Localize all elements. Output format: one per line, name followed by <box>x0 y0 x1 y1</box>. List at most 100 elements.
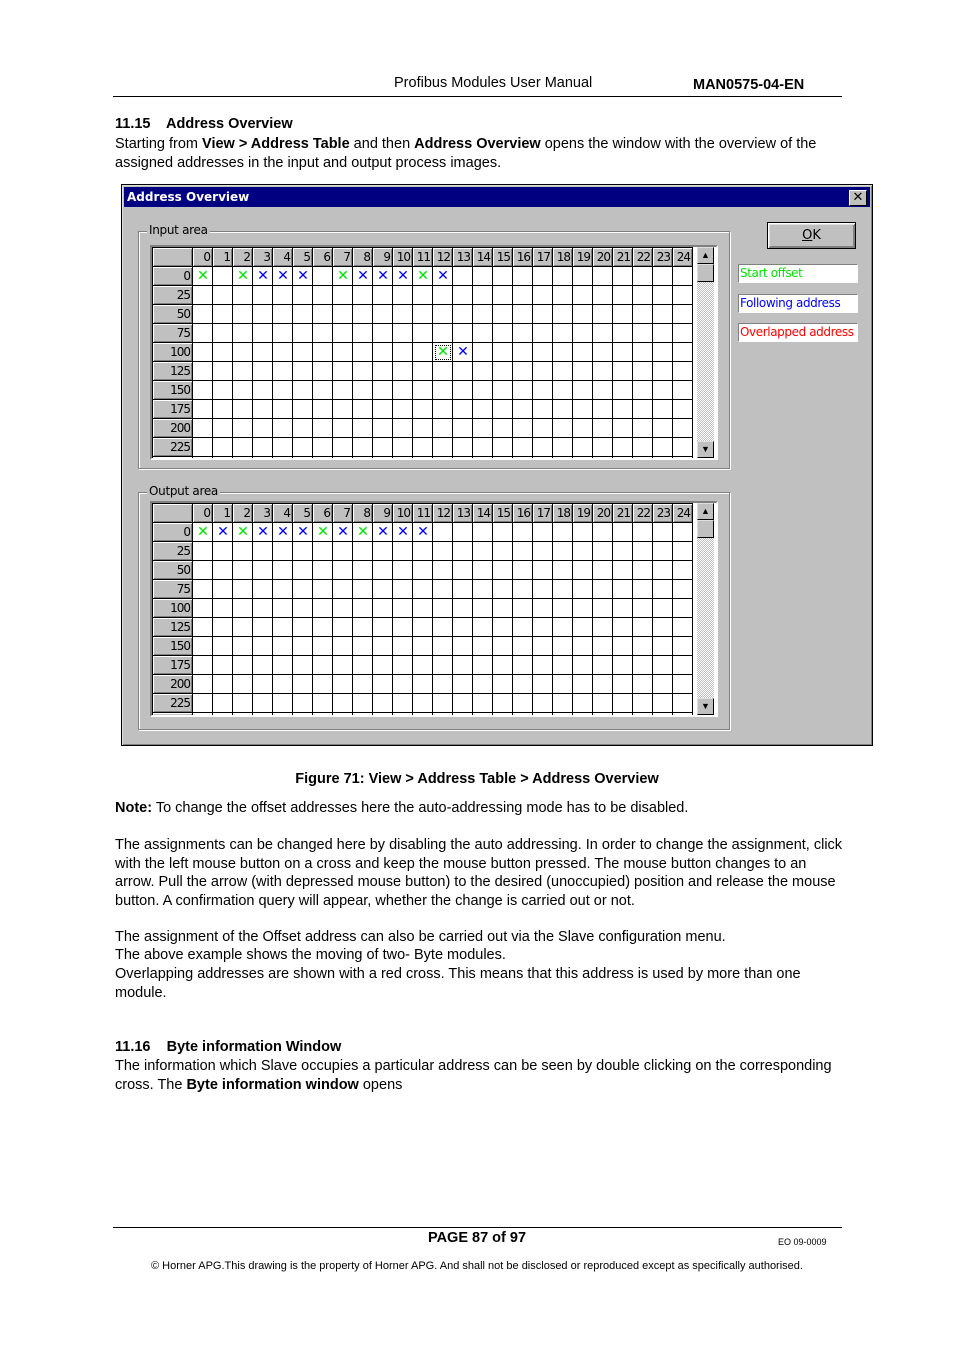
address-cell[interactable] <box>492 674 513 694</box>
address-cell[interactable] <box>252 674 273 694</box>
address-cell[interactable] <box>292 712 313 715</box>
address-cell[interactable]: ✕ <box>272 266 293 286</box>
address-cell[interactable] <box>372 674 393 694</box>
address-cell[interactable] <box>292 361 313 381</box>
ok-button[interactable]: OK <box>767 222 856 249</box>
address-cell[interactable] <box>212 285 233 305</box>
address-cell[interactable] <box>372 456 393 458</box>
address-cell[interactable] <box>432 617 453 637</box>
following-address-cross-icon[interactable]: ✕ <box>397 524 409 540</box>
address-cell[interactable] <box>572 693 593 713</box>
address-cell[interactable] <box>492 342 513 362</box>
address-cell[interactable] <box>492 285 513 305</box>
address-cell[interactable] <box>572 579 593 599</box>
address-cell[interactable] <box>472 598 493 618</box>
address-cell[interactable] <box>372 437 393 457</box>
address-cell[interactable] <box>392 598 413 618</box>
address-cell[interactable] <box>252 712 273 715</box>
address-cell[interactable]: ✕ <box>412 522 433 542</box>
address-cell[interactable] <box>612 522 633 542</box>
address-cell[interactable] <box>312 380 333 400</box>
address-cell[interactable] <box>452 361 473 381</box>
address-cell[interactable] <box>432 399 453 419</box>
address-cell[interactable] <box>452 560 473 580</box>
address-cell[interactable] <box>292 560 313 580</box>
address-cell[interactable] <box>452 399 473 419</box>
address-cell[interactable] <box>272 541 293 561</box>
address-cell[interactable] <box>432 380 453 400</box>
address-cell[interactable] <box>552 560 573 580</box>
address-cell[interactable] <box>572 598 593 618</box>
address-cell[interactable] <box>372 323 393 343</box>
address-cell[interactable] <box>252 323 273 343</box>
address-cell[interactable] <box>332 655 353 675</box>
address-cell[interactable] <box>632 399 653 419</box>
address-cell[interactable] <box>232 399 253 419</box>
address-cell[interactable] <box>312 304 333 324</box>
start-offset-cross-icon[interactable]: ✕ <box>237 524 249 540</box>
address-cell[interactable] <box>592 693 613 713</box>
address-cell[interactable] <box>252 361 273 381</box>
address-cell[interactable] <box>452 693 473 713</box>
address-cell[interactable] <box>472 456 493 458</box>
address-cell[interactable] <box>312 636 333 656</box>
address-cell[interactable] <box>392 342 413 362</box>
address-cell[interactable] <box>392 437 413 457</box>
address-cell[interactable] <box>512 579 533 599</box>
address-cell[interactable] <box>552 342 573 362</box>
address-cell[interactable] <box>592 579 613 599</box>
address-cell[interactable] <box>352 456 373 458</box>
address-cell[interactable] <box>352 342 373 362</box>
address-cell[interactable] <box>472 285 493 305</box>
address-cell[interactable] <box>552 712 573 715</box>
address-cell[interactable] <box>272 304 293 324</box>
address-cell[interactable] <box>452 380 473 400</box>
address-cell[interactable] <box>592 541 613 561</box>
address-cell[interactable] <box>432 636 453 656</box>
address-cell[interactable] <box>372 304 393 324</box>
address-cell[interactable] <box>192 361 213 381</box>
address-cell[interactable] <box>332 579 353 599</box>
address-cell[interactable] <box>272 342 293 362</box>
address-cell[interactable] <box>392 399 413 419</box>
address-cell[interactable]: ✕ <box>292 266 313 286</box>
address-cell[interactable] <box>192 674 213 694</box>
address-cell[interactable] <box>312 361 333 381</box>
address-cell[interactable] <box>552 541 573 561</box>
address-cell[interactable] <box>652 655 673 675</box>
address-cell[interactable] <box>472 418 493 438</box>
address-cell[interactable] <box>492 579 513 599</box>
address-cell[interactable] <box>532 266 553 286</box>
address-cell[interactable] <box>492 266 513 286</box>
address-cell[interactable] <box>632 541 653 561</box>
address-cell[interactable] <box>412 380 433 400</box>
address-cell[interactable] <box>192 323 213 343</box>
address-cell[interactable] <box>312 693 333 713</box>
address-cell[interactable] <box>452 285 473 305</box>
address-cell[interactable] <box>492 655 513 675</box>
address-cell[interactable] <box>592 418 613 438</box>
address-cell[interactable] <box>192 456 213 458</box>
address-cell[interactable] <box>292 418 313 438</box>
address-cell[interactable] <box>532 323 553 343</box>
following-address-cross-icon[interactable]: ✕ <box>277 524 289 540</box>
address-cell[interactable] <box>432 693 453 713</box>
address-cell[interactable] <box>232 361 253 381</box>
address-cell[interactable] <box>652 285 673 305</box>
address-cell[interactable] <box>572 456 593 458</box>
address-cell[interactable] <box>672 285 693 305</box>
address-cell[interactable] <box>492 541 513 561</box>
address-cell[interactable] <box>592 399 613 419</box>
address-cell[interactable] <box>312 399 333 419</box>
address-cell[interactable] <box>472 541 493 561</box>
address-cell[interactable] <box>352 579 373 599</box>
address-cell[interactable] <box>372 598 393 618</box>
address-cell[interactable] <box>532 304 553 324</box>
address-cell[interactable] <box>412 361 433 381</box>
address-cell[interactable] <box>352 323 373 343</box>
address-cell[interactable] <box>292 323 313 343</box>
address-cell[interactable] <box>292 342 313 362</box>
address-cell[interactable] <box>192 579 213 599</box>
address-cell[interactable] <box>572 342 593 362</box>
address-cell[interactable] <box>512 655 533 675</box>
